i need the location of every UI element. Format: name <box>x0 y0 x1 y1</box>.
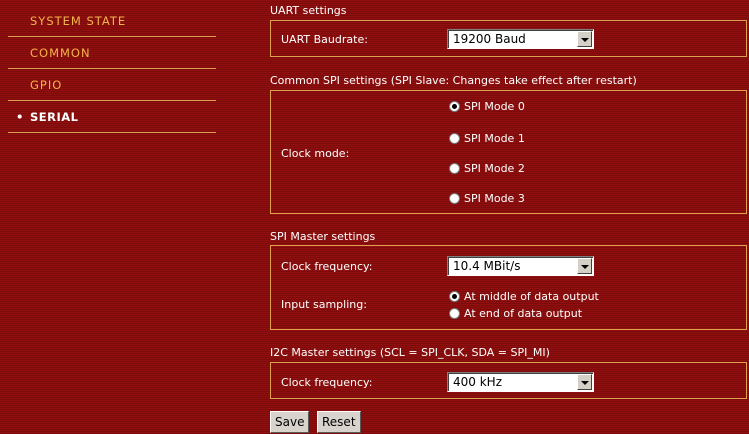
chevron-down-icon[interactable] <box>577 31 592 47</box>
chevron-down-icon[interactable] <box>577 374 592 390</box>
spi-mode-3-label: SPI Mode 3 <box>464 192 525 205</box>
sampling-middle-label: At middle of data output <box>464 290 599 303</box>
nav-item-label: SYSTEM STATE <box>30 14 127 28</box>
reset-button[interactable]: Reset <box>317 411 361 433</box>
spi-clock-frequency-select[interactable]: 10.4 MBit/s <box>447 256 594 276</box>
uart-baudrate-select[interactable]: 19200 Baud <box>447 29 594 49</box>
i2c-clock-frequency-select[interactable]: 400 kHz <box>447 372 594 392</box>
radio-icon[interactable] <box>449 308 460 319</box>
spi-master-section-title: SPI Master settings <box>270 230 376 243</box>
clock-mode-label: Clock mode: <box>281 147 350 160</box>
input-sampling-label: Input sampling: <box>281 298 367 311</box>
nav-item-gpio[interactable]: GPIO <box>8 69 216 101</box>
i2c-master-fieldset: Clock frequency: 400 kHz <box>270 362 747 399</box>
select-value: 19200 Baud <box>453 32 526 46</box>
radio-checked-icon[interactable] <box>449 291 460 302</box>
nav-item-serial[interactable]: • SERIAL <box>8 101 216 133</box>
save-button[interactable]: Save <box>270 411 310 433</box>
nav-item-system-state[interactable]: SYSTEM STATE <box>8 5 216 37</box>
radio-icon[interactable] <box>449 133 460 144</box>
spi-common-fieldset: Clock mode: SPI Mode 0 SPI Mode 1 SPI Mo… <box>270 90 747 214</box>
radio-checked-icon[interactable] <box>449 101 460 112</box>
i2c-master-section-title: I2C Master settings (SCL = SPI_CLK, SDA … <box>270 346 550 359</box>
sidebar-nav: SYSTEM STATE COMMON GPIO • SERIAL <box>8 5 216 133</box>
chevron-down-icon[interactable] <box>577 258 592 274</box>
uart-baudrate-label: UART Baudrate: <box>281 33 368 46</box>
select-value: 10.4 MBit/s <box>453 259 521 273</box>
spi-master-fieldset: Clock frequency: 10.4 MBit/s Input sampl… <box>270 245 747 330</box>
uart-fieldset: UART Baudrate: 19200 Baud <box>270 20 747 57</box>
radio-icon[interactable] <box>449 193 460 204</box>
spi-mode-0-label: SPI Mode 0 <box>464 100 525 113</box>
nav-item-label: GPIO <box>30 78 63 92</box>
nav-item-label: SERIAL <box>30 110 79 124</box>
spi-common-section-title: Common SPI settings (SPI Slave: Changes … <box>270 74 637 87</box>
select-value: 400 kHz <box>453 375 502 389</box>
spi-clock-frequency-label: Clock frequency: <box>281 260 373 273</box>
nav-item-common[interactable]: COMMON <box>8 37 216 69</box>
spi-mode-2-label: SPI Mode 2 <box>464 162 525 175</box>
sampling-end-label: At end of data output <box>464 307 583 320</box>
spi-mode-1-label: SPI Mode 1 <box>464 132 525 145</box>
active-bullet-icon: • <box>16 110 24 124</box>
nav-item-label: COMMON <box>30 46 91 60</box>
radio-icon[interactable] <box>449 163 460 174</box>
i2c-clock-frequency-label: Clock frequency: <box>281 376 373 389</box>
uart-section-title: UART settings <box>270 4 347 17</box>
